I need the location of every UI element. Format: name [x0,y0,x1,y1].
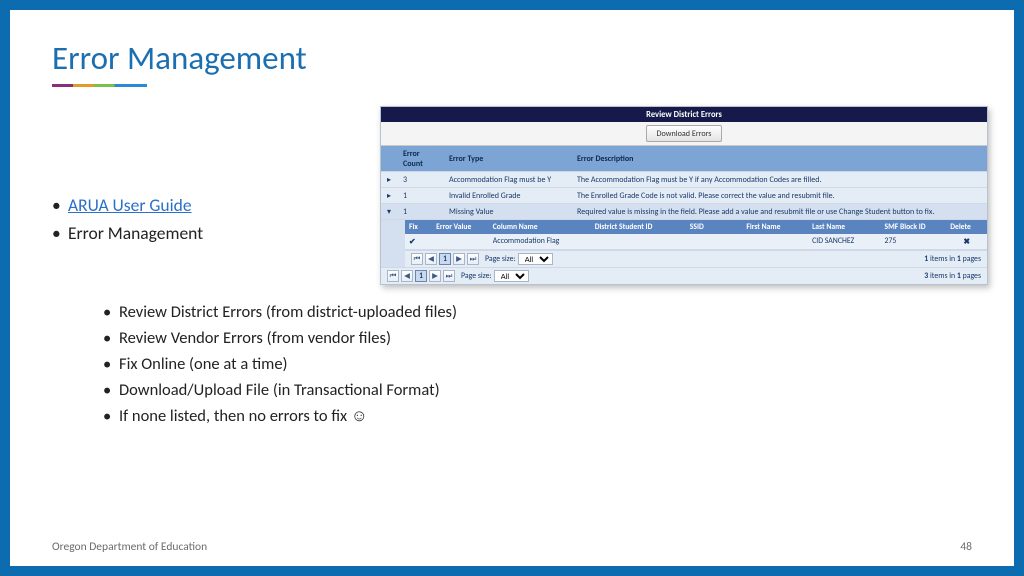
ncol-ssid: SSID [686,220,743,234]
panel-toolbar: Download Errors [381,122,987,146]
pager-size-select[interactable]: All [494,270,529,282]
pager-next-icon[interactable]: ▶ [453,253,465,265]
nested-table-wrap: Fix Error Value Column Name District Stu… [381,220,987,268]
delete-icon[interactable]: ✖ [946,234,987,250]
slide-footer: Oregon Department of Education 48 [52,540,972,554]
panel-title: Review District Errors [381,107,987,122]
sub-item: Fix Online (one at a time) [103,354,457,374]
table-row: ▸ 3 Accommodation Flag must be Y The Acc… [381,172,987,188]
pager-first-icon[interactable]: ⏮ [387,270,399,282]
pager-summary: 3 items in 1 pages [924,272,981,281]
col-error-count: Error Count [397,146,443,172]
ncol-fix: Fix [405,220,432,234]
collapse-icon[interactable]: ▾ [381,204,397,220]
col-expander [381,146,397,172]
table-row: ▸ 1 Invalid Enrolled Grade The Enrolled … [381,188,987,204]
cell-count: 1 [397,188,443,204]
footer-page-number: 48 [960,540,972,554]
cell-desc: Required value is missing in the field. … [571,204,987,220]
pager-next-icon[interactable]: ▶ [429,270,441,282]
pager-size-select[interactable]: All [518,253,553,265]
arua-user-guide-link[interactable]: ARUA User Guide [68,194,192,216]
pager-size-label: Page size: [485,255,516,264]
pager-summary: 1 items in 1 pages [924,255,981,264]
bullet-error-management: Error Management [68,222,203,244]
cell-type: Invalid Enrolled Grade [443,188,571,204]
title-underline [52,84,147,87]
sub-item: If none listed, then no errors to fix ☺ [103,406,457,426]
expand-icon[interactable]: ▸ [381,172,397,188]
cell-type: Accommodation Flag must be Y [443,172,571,188]
pager-size-label: Page size: [461,272,492,281]
expand-icon[interactable]: ▸ [381,188,397,204]
ncell-dsid [591,234,686,250]
pager-prev-icon[interactable]: ◀ [425,253,437,265]
cell-desc: The Accommodation Flag must be Y if any … [571,172,987,188]
ncol-district-student-id: District Student ID [591,220,686,234]
download-errors-button[interactable]: Download Errors [646,125,723,142]
pager-current-page: 1 [439,253,451,265]
pager-current-page: 1 [415,270,427,282]
ncol-smf-block-id: SMF Block ID [881,220,947,234]
sub-item: Review Vendor Errors (from vendor files) [103,328,457,348]
footer-org: Oregon Department of Education [52,540,207,554]
sub-item: Review District Errors (from district-up… [103,302,457,322]
ncell-ln: CID SANCHEZ [808,234,880,250]
pager-first-icon[interactable]: ⏮ [411,253,423,265]
col-error-description: Error Description [571,146,987,172]
cell-count: 1 [397,204,443,220]
errors-table: Error Count Error Type Error Description… [381,146,987,267]
pager-prev-icon[interactable]: ◀ [401,270,413,282]
cell-desc: The Enrolled Grade Code is not valid. Pl… [571,188,987,204]
ncell-smf: 275 [881,234,947,250]
ncol-first-name: First Name [742,220,808,234]
outer-pager: ⏮ ◀ 1 ▶ ⏭ Page size: All 3 items in 1 pa… [381,267,987,284]
nested-row: ✔ Accommodation Flag CID SANCHEZ 275 ✖ [405,234,987,250]
cell-count: 3 [397,172,443,188]
ncol-last-name: Last Name [808,220,880,234]
ncol-column-name: Column Name [489,220,591,234]
pager-last-icon[interactable]: ⏭ [443,270,455,282]
slide-body: Error Management ARUA User Guide Error M… [10,10,1014,566]
review-errors-panel: Review District Errors Download Errors E… [380,106,988,285]
ncell-fn [742,234,808,250]
sub-item: Download/Upload File (in Transactional F… [103,380,457,400]
ncell-col: Accommodation Flag [489,234,591,250]
ncol-delete: Delete [946,220,987,234]
fix-check-icon[interactable]: ✔ [405,234,432,250]
cell-type: Missing Value [443,204,571,220]
pager-last-icon[interactable]: ⏭ [467,253,479,265]
nested-table: Fix Error Value Column Name District Stu… [405,220,987,250]
ncell-err [432,234,489,250]
sub-bullet-list: Review District Errors (from district-up… [103,302,457,432]
ncol-error-value: Error Value [432,220,489,234]
col-error-type: Error Type [443,146,571,172]
slide-frame: Error Management ARUA User Guide Error M… [0,0,1024,576]
ncell-ssid [686,234,743,250]
inner-pager: ⏮ ◀ 1 ▶ ⏭ Page size: All 1 items in [405,250,987,267]
table-row: ▾ 1 Missing Value Required value is miss… [381,204,987,220]
page-title: Error Management [52,38,972,78]
